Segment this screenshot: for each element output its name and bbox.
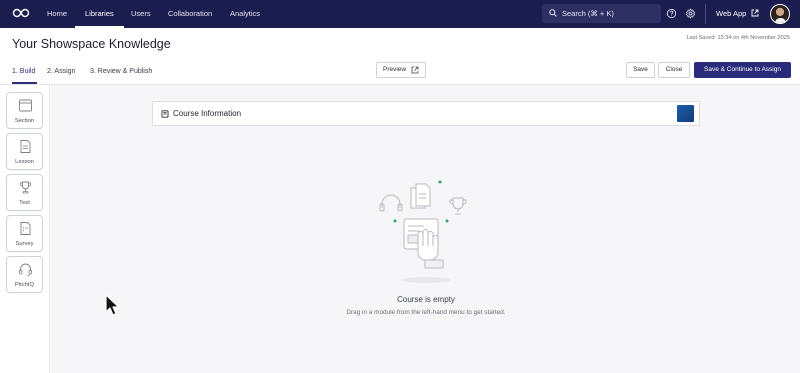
web-app-label: Web App [716, 9, 747, 18]
module-label: Survey [15, 241, 34, 247]
search-input[interactable]: Search (⌘ + K) [542, 4, 661, 23]
module-test[interactable]: Test [6, 174, 43, 211]
avatar[interactable] [770, 4, 790, 24]
close-button[interactable]: Close [658, 62, 690, 78]
headset-icon [19, 263, 32, 277]
book-icon [161, 110, 169, 118]
mouse-cursor-icon [105, 294, 120, 316]
course-information-card[interactable]: Course Information [152, 101, 700, 126]
save-continue-button[interactable]: Save & Continue to Assign [694, 62, 791, 78]
module-label: PitchIQ [14, 282, 34, 288]
section-icon [19, 99, 32, 112]
module-label: Test [19, 200, 30, 206]
nav-users[interactable]: Users [131, 0, 151, 28]
top-nav: Home Libraries Users Collaboration Analy… [0, 0, 800, 28]
tab-assign[interactable]: 2. Assign [47, 68, 75, 75]
nav-analytics[interactable]: Analytics [230, 0, 260, 28]
nav-divider [705, 4, 706, 24]
module-label: Section [14, 118, 35, 124]
page-title: Your Showspace Knowledge [12, 37, 171, 51]
course-information-title: Course Information [173, 109, 242, 118]
empty-course-illustration [379, 180, 467, 283]
course-thumbnail[interactable] [677, 105, 694, 122]
gear-icon[interactable] [685, 8, 696, 19]
tab-build[interactable]: 1. Build [12, 68, 35, 75]
module-lesson[interactable]: Lesson [6, 133, 43, 170]
empty-state-subtitle: Drag in a module from the left-hand menu… [346, 309, 506, 316]
nav-home[interactable]: Home [47, 0, 67, 28]
tab-review-publish[interactable]: 3. Review & Publish [90, 68, 152, 75]
nav-libraries[interactable]: Libraries [75, 0, 124, 28]
trophy-icon [19, 181, 32, 194]
module-survey[interactable]: Survey [6, 215, 43, 252]
preview-button[interactable]: Preview [376, 62, 426, 78]
external-link-icon [411, 66, 419, 74]
search-label: Search (⌘ + K) [562, 9, 614, 18]
survey-icon [20, 222, 31, 235]
nav-collaboration[interactable]: Collaboration [168, 0, 212, 28]
search-icon [549, 9, 557, 17]
external-link-icon [751, 9, 759, 17]
logo-icon[interactable] [12, 7, 30, 19]
module-pitchiq[interactable]: PitchIQ [6, 256, 43, 293]
empty-state-title: Course is empty [397, 295, 455, 304]
web-app-link[interactable]: Web App [716, 0, 759, 28]
preview-label: Preview [383, 66, 407, 73]
help-icon[interactable] [666, 8, 677, 19]
save-button[interactable]: Save [626, 62, 655, 78]
module-section[interactable]: Section [6, 92, 43, 129]
last-saved-text: Last Saved: 15:34 on 4th November 2025 [686, 35, 790, 41]
module-label: Lesson [15, 159, 34, 165]
lesson-icon [20, 140, 31, 153]
